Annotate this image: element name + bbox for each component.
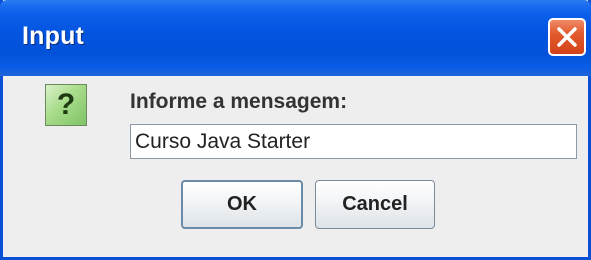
message-input[interactable] <box>130 124 577 159</box>
question-icon: ? <box>45 84 87 126</box>
input-dialog: Input ? Informe a mensagem: OK Cancel <box>0 0 591 260</box>
close-icon <box>557 27 577 47</box>
close-button[interactable] <box>548 18 586 56</box>
ok-button[interactable]: OK <box>181 180 303 229</box>
dialog-title: Input <box>22 22 85 50</box>
prompt-label: Informe a mensagem: <box>130 90 348 113</box>
cancel-button[interactable]: Cancel <box>315 180 435 229</box>
dialog-content: ? Informe a mensagem: OK Cancel <box>3 76 588 257</box>
title-bar[interactable]: Input <box>0 0 591 76</box>
